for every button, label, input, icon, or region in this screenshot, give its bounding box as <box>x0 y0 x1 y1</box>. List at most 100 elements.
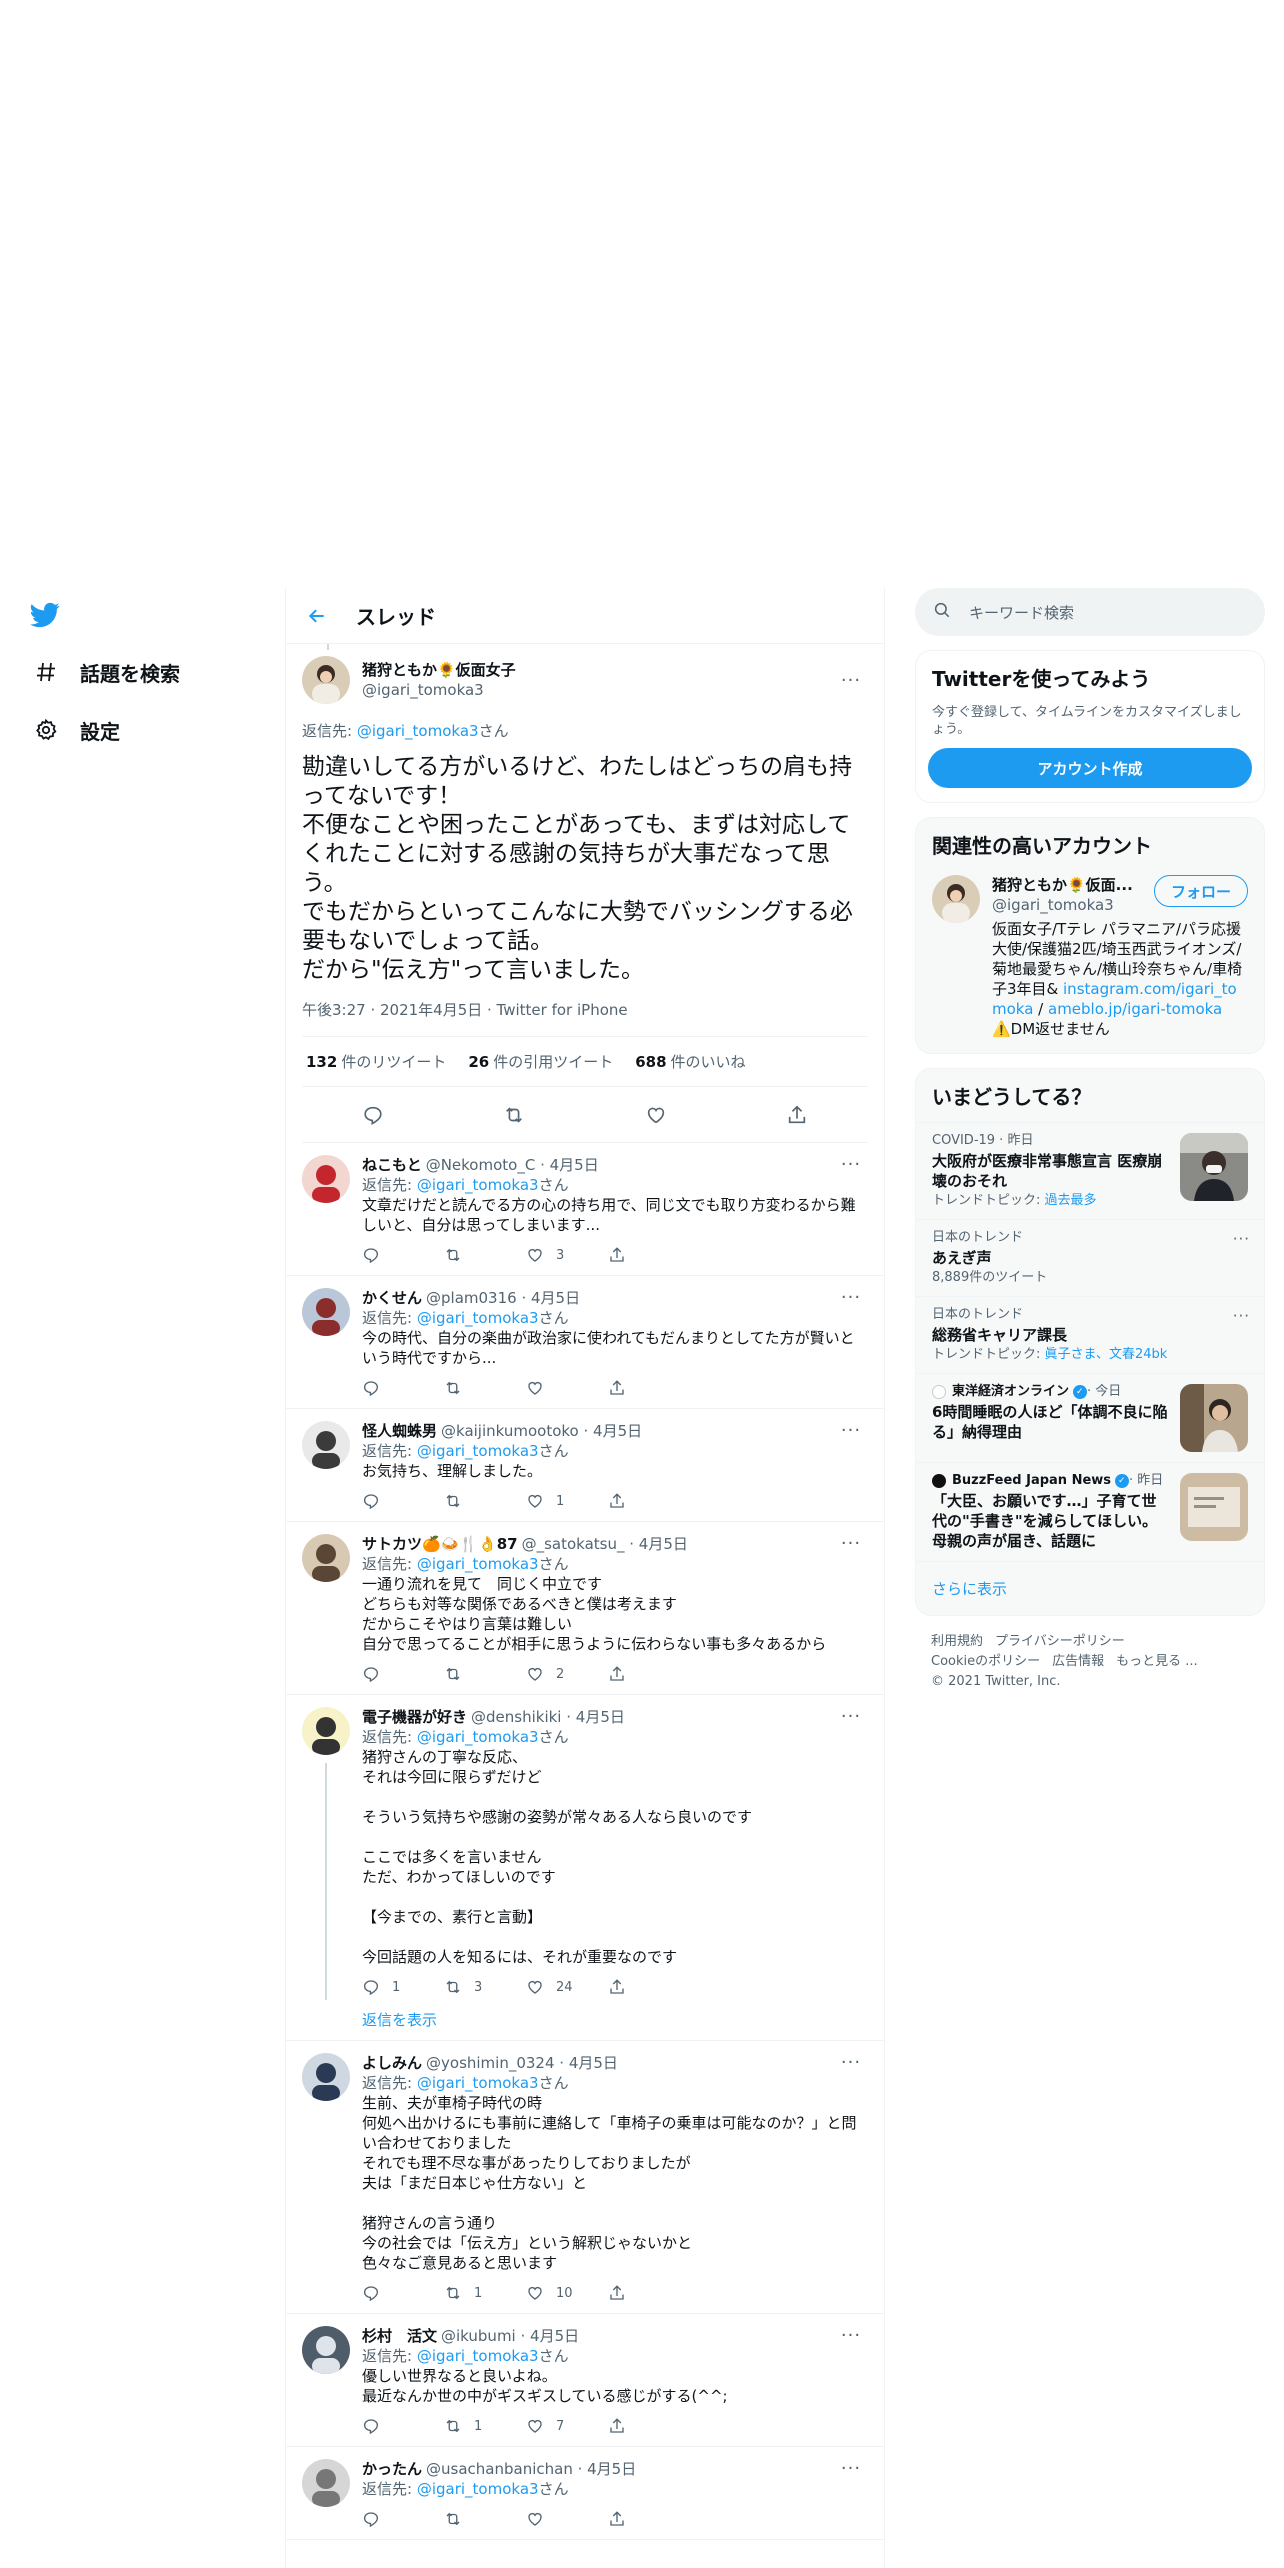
reply-to-link[interactable]: @igari_tomoka3 <box>417 2480 539 2498</box>
reply-tweet[interactable]: サトカツ🍊🍛🍴👌87 @_satokatsu_ · 4月5日 ··· 返信先: @ig… <box>286 1522 884 1695</box>
reply-icon[interactable] <box>362 1246 444 1264</box>
reply-icon[interactable]: 1 <box>362 1978 444 1996</box>
reply-tweet[interactable]: ねこもと @Nekomoto_C · 4月5日 ··· 返信先: @igari_tom… <box>286 1143 884 1276</box>
trends-show-more[interactable]: さらに表示 <box>916 1561 1264 1615</box>
reply-author-name[interactable]: かったん <box>362 2459 422 2479</box>
like-icon[interactable] <box>638 1097 674 1133</box>
retweet-icon[interactable] <box>444 1492 526 1510</box>
more-options-icon[interactable]: ··· <box>834 1155 868 1175</box>
reply-tweet[interactable]: 怪人蜘蛛男 @kaijinkumootoko · 4月5日 ··· 返信先: @iga… <box>286 1409 884 1522</box>
more-options-icon[interactable]: ··· <box>1233 1307 1250 1325</box>
reply-author-name[interactable]: ねこもと <box>362 1155 422 1175</box>
reply-author-name[interactable]: 怪人蜘蛛男 <box>362 1421 437 1441</box>
reply-tweet[interactable]: かくせん @plam0316 · 4月5日 ··· 返信先: @igari_tomok… <box>286 1276 884 1409</box>
more-options-icon[interactable]: ··· <box>834 1421 868 1441</box>
avatar[interactable] <box>302 2053 350 2101</box>
reply-to-link[interactable]: @igari_tomoka3 <box>357 722 479 740</box>
share-icon[interactable] <box>608 1978 638 1996</box>
create-account-button[interactable]: アカウント作成 <box>928 748 1252 788</box>
more-options-icon[interactable]: ··· <box>834 1707 868 1727</box>
retweet-count[interactable]: 132 件のリツイート <box>306 1051 446 1072</box>
reply-author-name[interactable]: サトカツ🍊🍛🍴👌87 <box>362 1534 518 1554</box>
share-icon[interactable] <box>608 2284 638 2302</box>
reply-icon[interactable] <box>362 1379 444 1397</box>
reply-author-handle[interactable]: @kaijinkumootoko · 4月5日 <box>441 1421 642 1441</box>
avatar[interactable] <box>302 2326 350 2374</box>
share-icon[interactable] <box>779 1097 815 1133</box>
reply-tweet[interactable]: 杉村 活文 @ikubumi · 4月5日 ··· 返信先: @igari_tomok… <box>286 2314 884 2447</box>
reply-to-link[interactable]: @igari_tomoka3 <box>417 2074 539 2092</box>
reply-author-handle[interactable]: @ikubumi · 4月5日 <box>441 2326 579 2346</box>
reply-author-handle[interactable]: @plam0316 · 4月5日 <box>426 1288 580 1308</box>
avatar[interactable] <box>302 2459 350 2507</box>
avatar[interactable] <box>302 1707 350 1755</box>
author-name[interactable]: 猪狩ともか🌻仮面女子 <box>362 660 834 680</box>
more-options-icon[interactable]: ··· <box>834 1534 868 1554</box>
trend-item[interactable]: COVID-19 · 昨日 大阪府が医療非常事態宣言 医療崩壊のおそれ トレンド… <box>916 1122 1264 1219</box>
reply-to-link[interactable]: @igari_tomoka3 <box>417 1176 539 1194</box>
share-icon[interactable] <box>608 2510 638 2528</box>
reply-to-link[interactable]: @igari_tomoka3 <box>417 1309 539 1327</box>
retweet-icon[interactable] <box>444 1246 526 1264</box>
retweet-icon[interactable] <box>444 1665 526 1683</box>
reply-author-handle[interactable]: @yoshimin_0324 · 4月5日 <box>426 2053 618 2073</box>
trend-item[interactable]: 日本のトレンド 総務省キャリア課長 トレンドトピック: 眞子さま、文春24bk … <box>916 1296 1264 1373</box>
bio-link-ameblo[interactable]: ameblo.jp/igari-tomoka <box>1048 1000 1222 1018</box>
share-icon[interactable] <box>608 1246 638 1264</box>
nav-explore[interactable]: 話題を検索 <box>32 652 180 692</box>
reply-icon[interactable] <box>355 1097 391 1133</box>
reply-icon[interactable] <box>362 2417 444 2435</box>
reply-icon[interactable] <box>362 2510 444 2528</box>
reply-author-name[interactable]: よしみん <box>362 2053 422 2073</box>
quote-count[interactable]: 26 件の引用ツイート <box>468 1051 613 1072</box>
trend-item[interactable]: BuzzFeed Japan News · 昨日 「大臣、お願いです…」子育て世… <box>916 1462 1264 1561</box>
like-icon[interactable]: 1 <box>526 1492 608 1510</box>
reply-author-handle[interactable]: @_satokatsu_ · 4月5日 <box>522 1534 688 1554</box>
more-options-icon[interactable]: ··· <box>834 670 868 691</box>
avatar[interactable] <box>932 875 980 923</box>
avatar[interactable] <box>302 1421 350 1469</box>
footer-cookies-link[interactable]: Cookieのポリシー <box>931 1654 1040 1669</box>
like-icon[interactable]: 3 <box>526 1246 608 1264</box>
retweet-icon[interactable] <box>444 2510 526 2528</box>
footer-more-link[interactable]: もっと見る ... <box>1116 1654 1198 1669</box>
reply-icon[interactable] <box>362 2284 444 2302</box>
reply-icon[interactable] <box>362 1665 444 1683</box>
share-icon[interactable] <box>608 1492 638 1510</box>
reply-icon[interactable] <box>362 1492 444 1510</box>
twitter-logo-icon[interactable] <box>28 600 62 630</box>
reply-tweet[interactable]: 電子機器が好き @denshikiki · 4月5日 ··· 返信先: @igari_… <box>286 1695 884 2041</box>
like-icon[interactable] <box>526 2510 608 2528</box>
more-options-icon[interactable]: ··· <box>834 2459 868 2479</box>
avatar[interactable] <box>302 656 350 704</box>
reply-author-handle[interactable]: @denshikiki · 4月5日 <box>471 1707 625 1727</box>
reply-to-link[interactable]: @igari_tomoka3 <box>417 1728 539 1746</box>
retweet-icon[interactable] <box>496 1097 532 1133</box>
like-count[interactable]: 688 件のいいね <box>635 1051 745 1072</box>
search-input[interactable]: キーワード検索 <box>915 588 1265 636</box>
trend-extra-link[interactable]: 眞子さま、文春24bk <box>1045 1347 1168 1362</box>
follow-button[interactable]: フォロー <box>1153 875 1248 907</box>
like-icon[interactable]: 10 <box>526 2284 608 2302</box>
retweet-icon[interactable] <box>444 1379 526 1397</box>
back-button[interactable] <box>300 599 334 633</box>
avatar[interactable] <box>302 1534 350 1582</box>
reply-author-name[interactable]: 杉村 活文 <box>362 2326 437 2346</box>
reply-author-handle[interactable]: @usachanbanichan · 4月5日 <box>426 2459 636 2479</box>
show-replies-link[interactable]: 返信を表示 <box>362 2009 868 2030</box>
like-icon[interactable]: 2 <box>526 1665 608 1683</box>
reply-author-handle[interactable]: @Nekomoto_C · 4月5日 <box>426 1155 599 1175</box>
footer-privacy-link[interactable]: プライバシーポリシー <box>995 1634 1125 1649</box>
related-account-name[interactable]: 猪狩ともか🌻仮面... <box>992 875 1142 895</box>
retweet-icon[interactable]: 1 <box>444 2417 526 2435</box>
share-icon[interactable] <box>608 2417 638 2435</box>
related-account[interactable]: 猪狩ともか🌻仮面... @igari_tomoka3 フォロー 仮面女子/Tテレ… <box>916 871 1264 1053</box>
footer-terms-link[interactable]: 利用規約 <box>931 1634 983 1649</box>
like-icon[interactable]: 7 <box>526 2417 608 2435</box>
more-options-icon[interactable]: ··· <box>834 2053 868 2073</box>
like-icon[interactable] <box>526 1379 608 1397</box>
avatar[interactable] <box>302 1288 350 1336</box>
nav-settings[interactable]: 設定 <box>32 710 120 750</box>
tweet-timestamp[interactable]: 午後3:27 · 2021年4月5日 · Twitter for iPhone <box>302 999 868 1037</box>
reply-to-link[interactable]: @igari_tomoka3 <box>417 1442 539 1460</box>
